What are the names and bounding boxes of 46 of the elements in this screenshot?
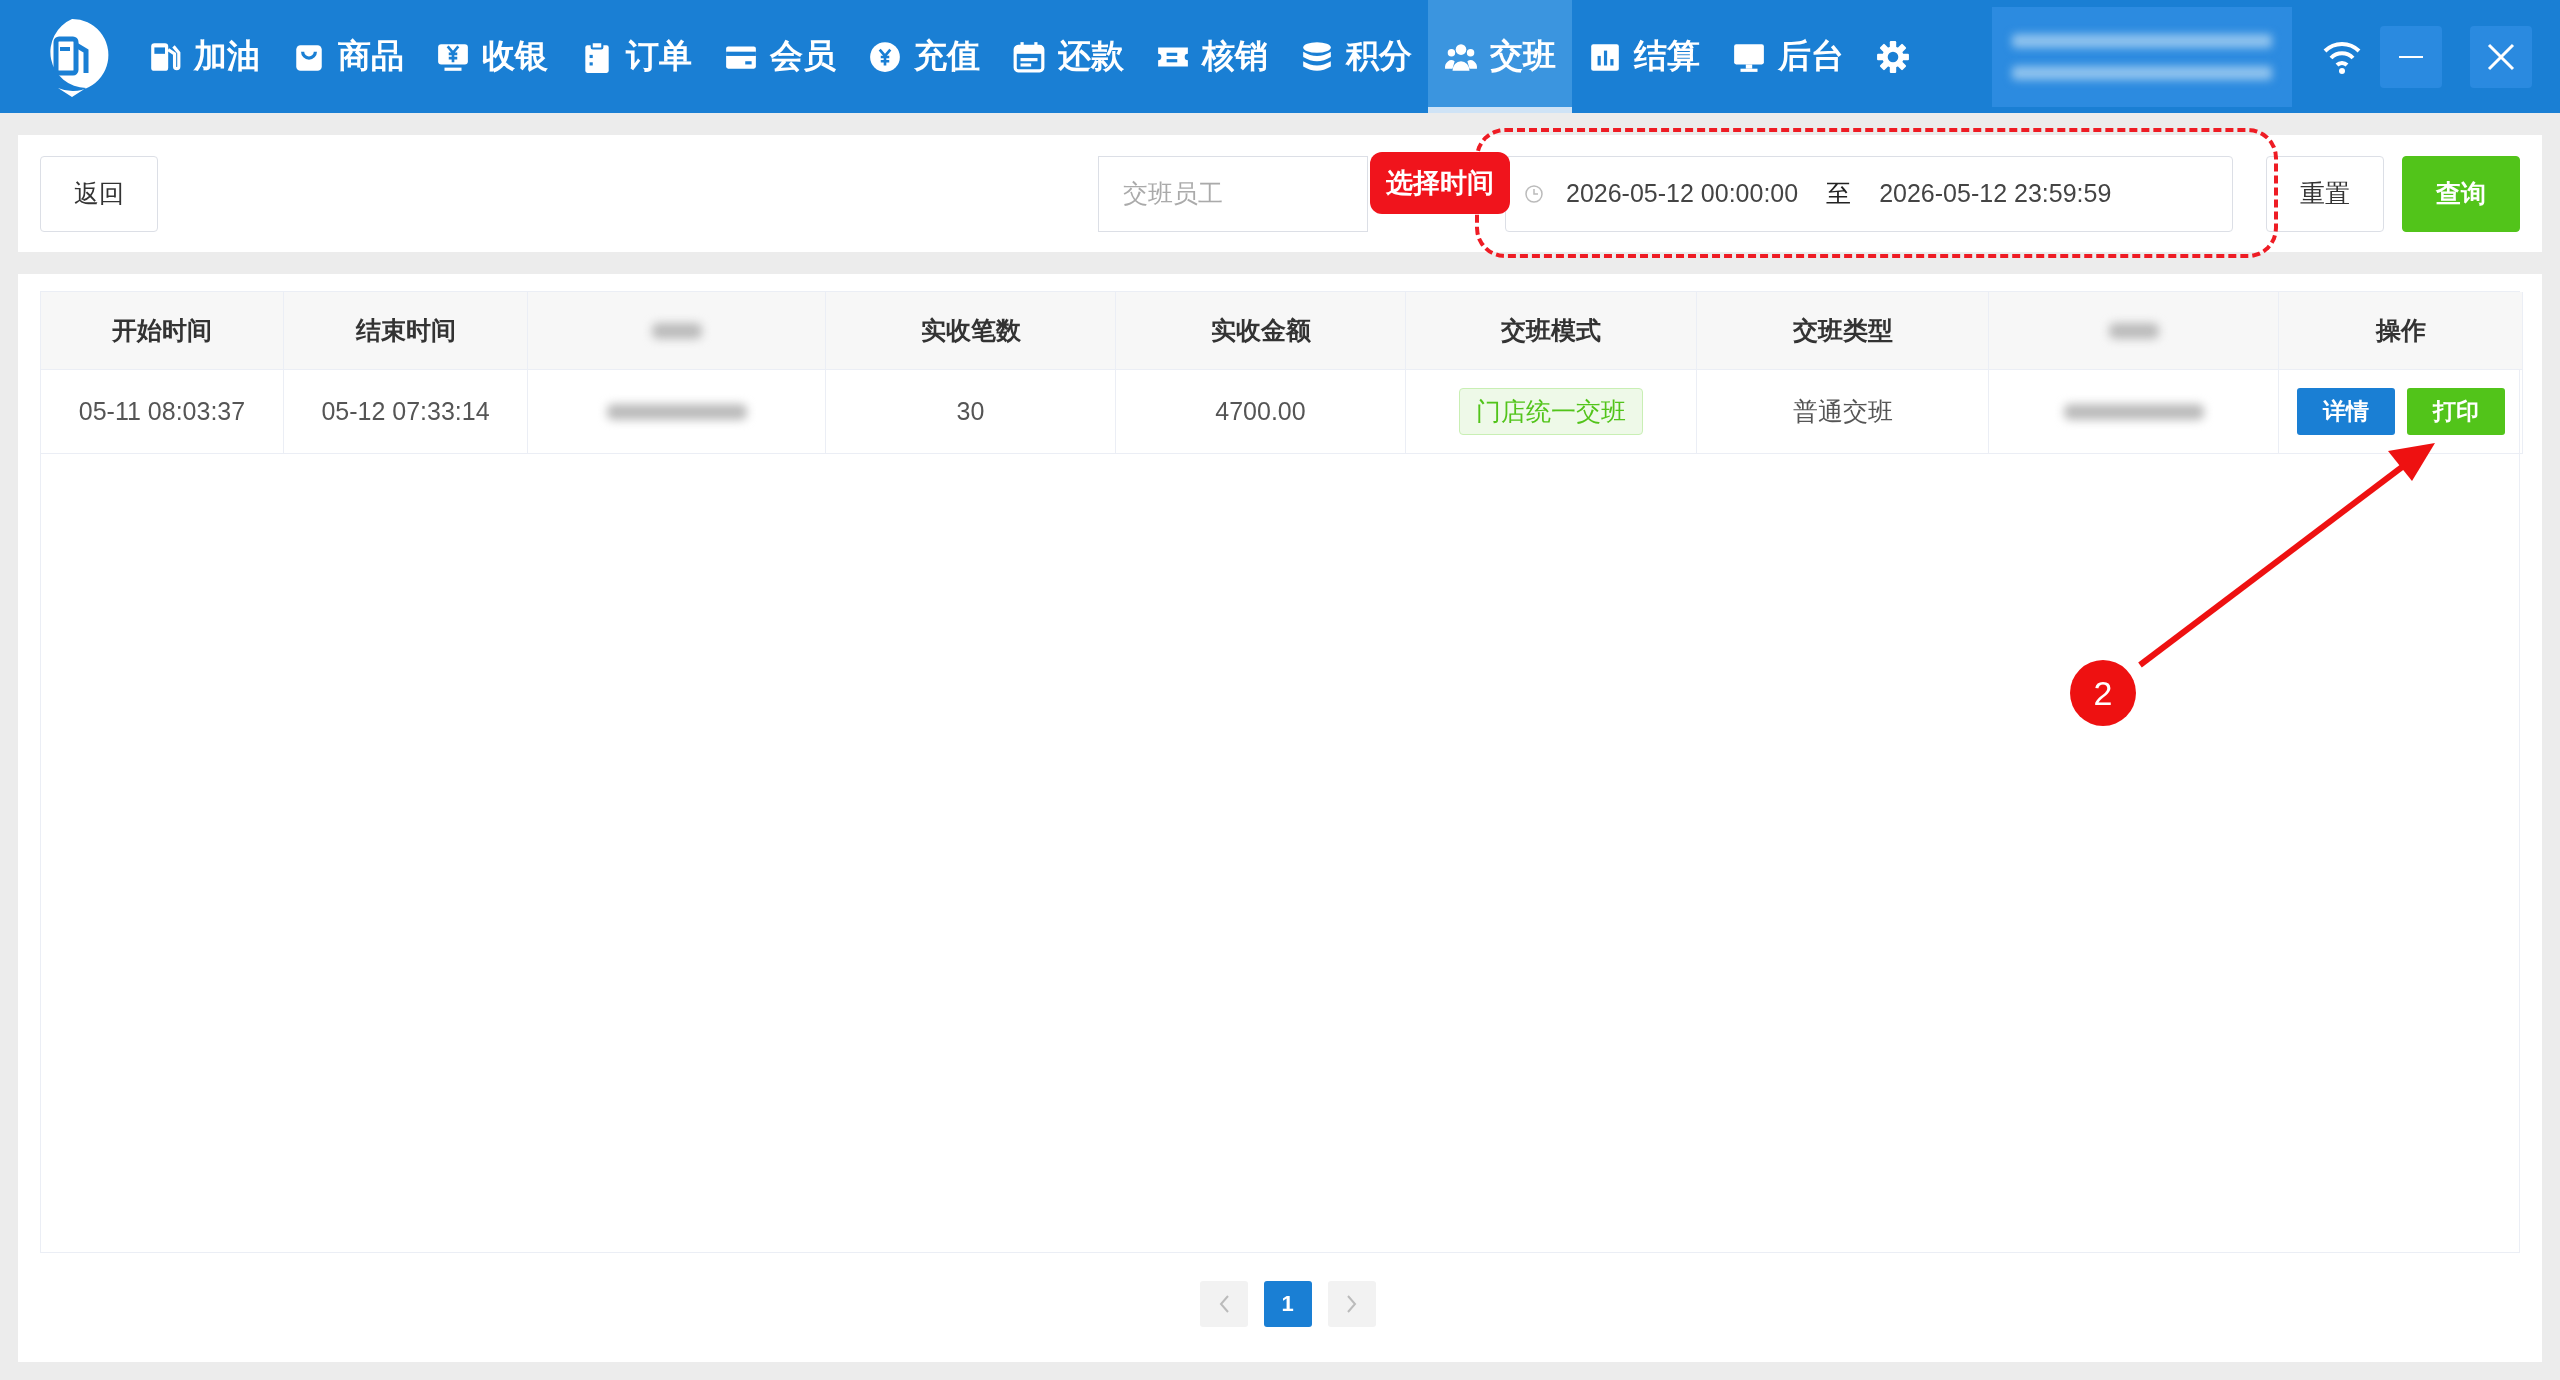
nav-tab[interactable]: 积分	[1284, 0, 1428, 113]
previous-page-button[interactable]	[1199, 1281, 1248, 1327]
clock-icon	[1524, 183, 1544, 204]
column-header: 交班类型	[1697, 292, 1989, 370]
date-range-field[interactable]: 2026-05-12 00:00:00 至 2026-05-12 23:59:59	[1505, 155, 2233, 232]
page-button[interactable]: 1	[1263, 1281, 1312, 1327]
detail-button[interactable]: 详情	[2296, 388, 2395, 435]
yen-coin-icon	[868, 39, 902, 74]
chevron-right-icon	[1344, 1293, 1359, 1315]
minimize-icon	[2399, 55, 2423, 58]
column-header: 操作	[2279, 292, 2523, 370]
table-cell: 05-12 07:33:14	[284, 370, 528, 454]
nav-tab[interactable]: 还款	[996, 0, 1140, 113]
table-cell: 普通交班	[1697, 370, 1989, 454]
table-cell: 4700.00	[1116, 370, 1406, 454]
print-button[interactable]: 打印	[2406, 388, 2505, 435]
nav-tab[interactable]: 后台	[1716, 0, 1860, 113]
database-icon	[1300, 39, 1334, 74]
close-icon	[2486, 41, 2516, 72]
settings-icon	[1876, 39, 1910, 74]
minimize-button[interactable]	[2380, 25, 2442, 88]
table-cell: 05-11 08:03:37	[41, 370, 284, 454]
nav-tab[interactable]: 充值	[852, 0, 996, 113]
mode-tag: 门店统一交班	[1459, 388, 1643, 435]
column-header: 实收笔数	[826, 292, 1116, 370]
nav-tab[interactable]: 会员	[708, 0, 852, 113]
calendar-icon	[1012, 39, 1046, 74]
query-button[interactable]: 查询	[2402, 155, 2520, 232]
next-page-button[interactable]	[1327, 1281, 1376, 1327]
nav-tab[interactable]: 商品	[276, 0, 420, 113]
reset-button[interactable]: 重置	[2266, 155, 2384, 232]
table-cell: 30	[826, 370, 1116, 454]
employee-field[interactable]: 交班员工	[1098, 155, 1368, 232]
nav-tab[interactable]: 结算	[1572, 0, 1716, 113]
nav-tab[interactable]: 订单	[564, 0, 708, 113]
close-button[interactable]	[2470, 25, 2532, 88]
column-header: 结束时间	[284, 292, 528, 370]
nav-tab[interactable]: 加油	[132, 0, 276, 113]
column-header: 交班模式	[1406, 292, 1697, 370]
column-header: 开始时间	[41, 292, 284, 370]
nav-tab[interactable]: 收银	[420, 0, 564, 113]
column-header: 实收金额	[1116, 292, 1406, 370]
nav-tab[interactable]: 交班	[1428, 0, 1572, 113]
callout-label: 选择时间	[1370, 152, 1510, 214]
back-button[interactable]: 返回	[40, 155, 158, 232]
nav-tab[interactable]: 核销	[1140, 0, 1284, 113]
